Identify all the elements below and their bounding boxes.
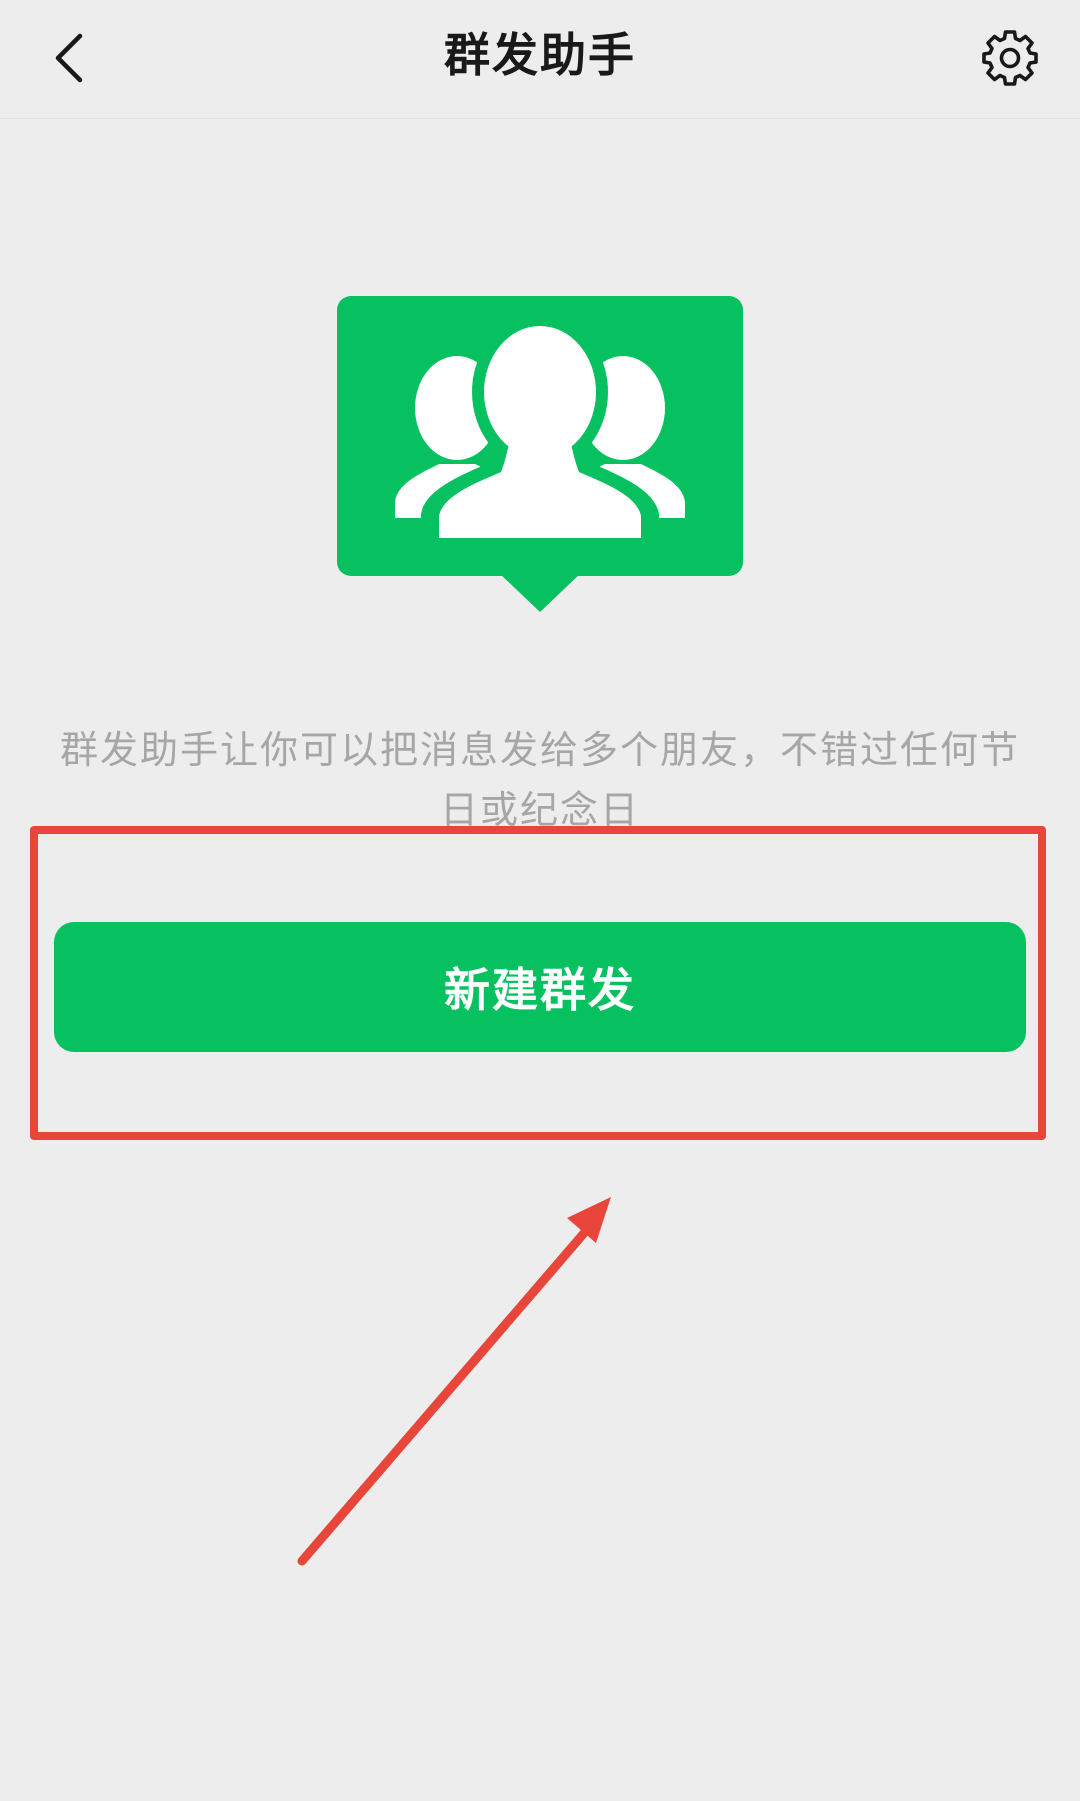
page-title: 群发助手	[444, 28, 636, 82]
group-chat-icon	[337, 296, 743, 612]
gear-icon	[982, 30, 1038, 86]
settings-button[interactable]	[970, 18, 1050, 98]
nav-bar: 群发助手	[0, 0, 1080, 119]
red-arrow-icon	[297, 1197, 611, 1566]
new-broadcast-button[interactable]: 新建群发	[54, 922, 1026, 1052]
description-text: 群发助手让你可以把消息发给多个朋友，不错过任何节日或纪念日	[59, 728, 1020, 832]
speech-bubble-tail	[498, 572, 582, 612]
